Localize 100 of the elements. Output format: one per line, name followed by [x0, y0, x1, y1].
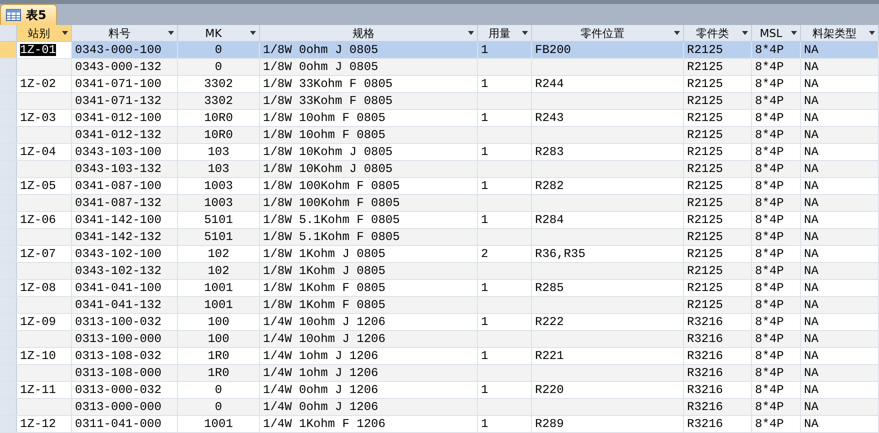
table-cell: 8*4P: [755, 333, 784, 345]
table-cell: 100: [208, 333, 230, 345]
table-row[interactable]: 0313-100-000 100 1/4W 10ohm J 1206 R3216 8*4P NA: [0, 331, 879, 348]
table-cell: NA: [804, 214, 818, 226]
table-cell: R2125: [687, 299, 724, 311]
table-cell: 1001: [204, 418, 233, 430]
table-cell: 0343-000-132: [75, 61, 162, 73]
row-selector[interactable]: [0, 365, 17, 381]
table-row[interactable]: 1Z-06 0341-142-100 5101 1/8W 5.1Kohm F 0805 1 R284 R2125 8*4P NA: [0, 212, 879, 229]
table-cell: 8*4P: [755, 265, 784, 277]
table-cell: 8*4P: [755, 78, 784, 90]
table-cell: 8*4P: [755, 129, 784, 141]
row-selector[interactable]: [0, 416, 17, 432]
row-selector[interactable]: [0, 93, 17, 109]
table-row[interactable]: 1Z-12 0311-041-000 1001 1/4W 1Kohm F 1206 1 R289 R3216 8*4P NA: [0, 416, 879, 433]
table-cell: 1/8W 10ohm F 0805: [263, 129, 386, 141]
table-cell: 8*4P: [755, 197, 784, 209]
table-row[interactable]: 1Z-10 0313-108-032 1R0 1/4W 1ohm J 1206 1 R221 R3216 8*4P NA: [0, 348, 879, 365]
table-cell: 8*4P: [755, 401, 784, 413]
table-cell: 8*4P: [755, 248, 784, 260]
table-cell: 1: [481, 384, 488, 396]
column-header[interactable]: 规格: [260, 25, 478, 41]
dropdown-icon: [62, 31, 68, 35]
table-cell: R2125: [687, 214, 724, 226]
row-selector[interactable]: [0, 178, 17, 194]
table-cell: R36,R35: [535, 248, 586, 260]
table-row[interactable]: 1Z-04 0343-103-100 103 1/8W 10Kohm J 0805 1 R283 R2125 8*4P NA: [0, 144, 879, 161]
table-row[interactable]: 0343-103-132 103 1/8W 10Kohm J 0805 R2125 8*4P NA: [0, 161, 879, 178]
table-cell: R2125: [687, 180, 724, 192]
table-cell: 0341-071-100: [75, 78, 162, 90]
row-selector[interactable]: [0, 195, 17, 211]
table-cell: 1/8W 100Kohm F 0805: [263, 197, 400, 209]
table-cell: 0341-012-100: [75, 112, 162, 124]
table-row[interactable]: 0341-071-132 3302 1/8W 33Kohm F 0805 R2125 8*4P NA: [0, 93, 879, 110]
table-cell: 1/8W 10Kohm J 0805: [263, 146, 393, 158]
table-cell: NA: [804, 78, 818, 90]
table-cell: 1001: [204, 299, 233, 311]
table-cell: 1Z-02: [20, 78, 56, 90]
table-cell: NA: [804, 112, 818, 124]
row-selector[interactable]: [0, 161, 17, 177]
row-selector[interactable]: [0, 297, 17, 313]
row-selector[interactable]: [0, 246, 17, 262]
row-selector[interactable]: [0, 212, 17, 228]
table-cell: R2125: [687, 61, 724, 73]
table-row[interactable]: 0341-041-132 1001 1/8W 1Kohm F 0805 R2125 8*4P NA: [0, 297, 879, 314]
row-selector[interactable]: [0, 76, 17, 92]
table-row[interactable]: 1Z-02 0341-071-100 3302 1/8W 33Kohm F 0805 1 R244 R2125 8*4P NA: [0, 76, 879, 93]
row-selector[interactable]: [0, 110, 17, 126]
row-selector[interactable]: [0, 280, 17, 296]
table-row[interactable]: 1Z-08 0341-041-100 1001 1/8W 1Kohm F 0805 1 R285 R2125 8*4P NA: [0, 280, 879, 297]
row-selector[interactable]: [0, 59, 17, 75]
table-cell: R3216: [687, 401, 724, 413]
row-selector[interactable]: [0, 42, 17, 58]
column-header[interactable]: MSL: [752, 25, 801, 41]
table-cell: 1: [481, 214, 488, 226]
table-cell: NA: [804, 384, 818, 396]
table-row[interactable]: 0343-102-132 102 1/8W 1Kohm J 0805 R2125 8*4P NA: [0, 263, 879, 280]
table-cell: 1/8W 0ohm J 0805: [263, 61, 378, 73]
table-row[interactable]: 1Z-01 0343-000-100 0 1/8W 0ohm J 0805 1 FB200 R2125 8*4P NA: [0, 42, 879, 59]
table-cell: 1/4W 0ohm J 1206: [263, 384, 378, 396]
table-cell: NA: [804, 197, 818, 209]
table-cell: 8*4P: [755, 384, 784, 396]
table-cell: 1/8W 1Kohm J 0805: [263, 265, 386, 277]
table-cell: 1001: [204, 282, 233, 294]
table-cell: 0313-000-032: [75, 384, 162, 396]
table-row[interactable]: 1Z-07 0343-102-100 102 1/8W 1Kohm J 0805 2 R36,R35 R2125 8*4P NA: [0, 246, 879, 263]
row-selector[interactable]: [0, 263, 17, 279]
table-cell: 1/8W 33Kohm F 0805: [263, 95, 393, 107]
row-selector[interactable]: [0, 331, 17, 347]
table-cell: 103: [208, 163, 230, 175]
table-row[interactable]: 1Z-11 0313-000-032 0 1/4W 0ohm J 1206 1 R220 R3216 8*4P NA: [0, 382, 879, 399]
table-cell: R2125: [687, 44, 724, 56]
column-header[interactable]: 料号: [72, 25, 178, 41]
table-cell: 8*4P: [755, 231, 784, 243]
row-selector[interactable]: [0, 382, 17, 398]
row-selector[interactable]: [0, 127, 17, 143]
table-row[interactable]: 0341-142-132 5101 1/8W 5.1Kohm F 0805 R2125 8*4P NA: [0, 229, 879, 246]
table-row[interactable]: 0313-000-000 0 1/4W 0ohm J 1206 R3216 8*4P NA: [0, 399, 879, 416]
table-row[interactable]: 0313-108-000 1R0 1/4W 1ohm J 1206 R3216 8*4P NA: [0, 365, 879, 382]
column-header[interactable]: MK: [178, 25, 260, 41]
table-cell: 8*4P: [755, 367, 784, 379]
table-row[interactable]: 1Z-03 0341-012-100 10R0 1/8W 10ohm F 0805 1 R243 R2125 8*4P NA: [0, 110, 879, 127]
row-selector[interactable]: [0, 229, 17, 245]
column-header[interactable]: 零件位置: [532, 25, 684, 41]
column-header[interactable]: 零件类: [684, 25, 752, 41]
table-cell: 0341-071-132: [75, 95, 162, 107]
table-row[interactable]: 1Z-05 0341-087-100 1003 1/8W 100Kohm F 0805 1 R282 R2125 8*4P NA: [0, 178, 879, 195]
table-tab[interactable]: 表5: [0, 4, 58, 25]
table-cell: 0341-087-100: [75, 180, 162, 192]
table-row[interactable]: 1Z-09 0313-100-032 100 1/4W 10ohm J 1206 1 R222 R3216 8*4P NA: [0, 314, 879, 331]
column-header[interactable]: 料架类型: [801, 25, 879, 41]
row-selector[interactable]: [0, 348, 17, 364]
row-selector[interactable]: [0, 399, 17, 415]
table-row[interactable]: 0341-087-132 1003 1/8W 100Kohm F 0805 R2125 8*4P NA: [0, 195, 879, 212]
table-row[interactable]: 0341-012-132 10R0 1/8W 10ohm F 0805 R2125 8*4P NA: [0, 127, 879, 144]
row-selector[interactable]: [0, 144, 17, 160]
column-header[interactable]: 用量: [478, 25, 532, 41]
table-row[interactable]: 0343-000-132 0 1/8W 0ohm J 0805 R2125 8*4P NA: [0, 59, 879, 76]
column-header[interactable]: 站别: [17, 25, 72, 41]
row-selector[interactable]: [0, 314, 17, 330]
